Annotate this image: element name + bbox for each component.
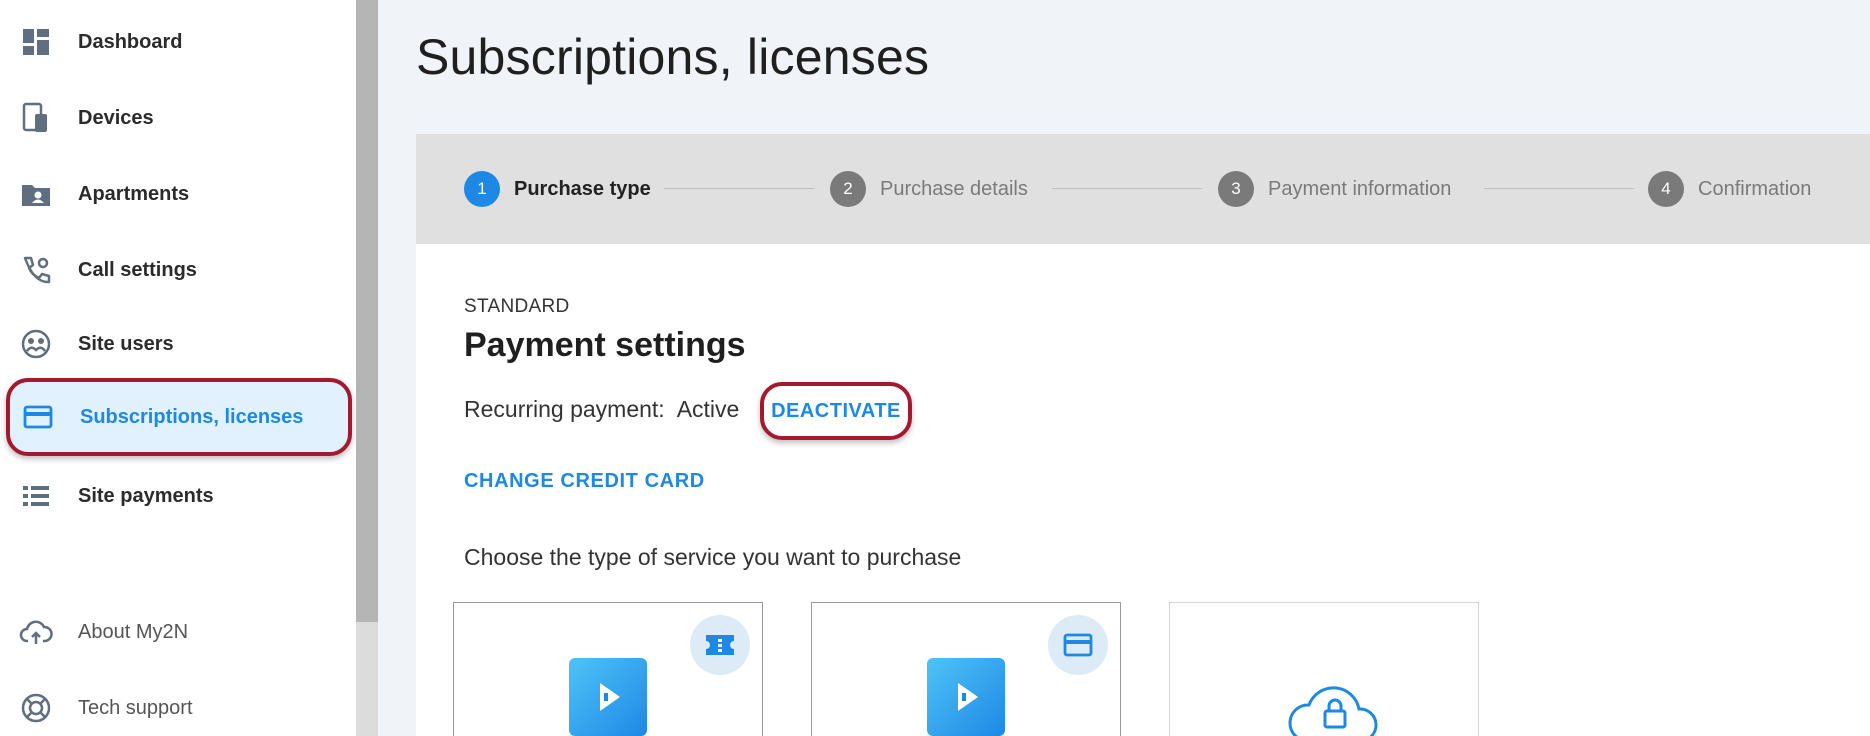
sidebar-item-call-settings[interactable]: Call settings	[0, 232, 356, 308]
step-number: 4	[1648, 171, 1684, 207]
scrollbar-thumb[interactable]	[356, 0, 378, 622]
credit-card-icon	[20, 399, 56, 435]
section-title: Payment settings	[464, 326, 746, 364]
deactivate-button[interactable]: DEACTIVATE	[760, 382, 912, 440]
step-number: 2	[830, 171, 866, 207]
step-label: Purchase type	[514, 177, 651, 200]
list-icon	[18, 478, 54, 514]
step-label: Confirmation	[1698, 177, 1812, 200]
sidebar-item-label: Devices	[78, 106, 154, 129]
step-purchase-type[interactable]: 1 Purchase type	[464, 171, 651, 207]
step-label: Payment information	[1268, 177, 1452, 200]
step-purchase-details[interactable]: 2 Purchase details	[830, 171, 1028, 207]
recurring-label: Recurring payment:	[464, 396, 665, 422]
site-users-icon	[18, 326, 54, 362]
sidebar-item-devices[interactable]: Devices	[0, 80, 356, 156]
sidebar-item-tech-support[interactable]: Tech support	[0, 670, 356, 736]
step-confirmation[interactable]: 4 Confirmation	[1648, 171, 1811, 207]
cloud-lock-icon	[1285, 675, 1385, 736]
sidebar-item-apartments[interactable]: Apartments	[0, 156, 356, 232]
service-card-voucher[interactable]	[453, 602, 763, 736]
devices-icon	[18, 100, 54, 136]
cloud-upload-icon	[18, 614, 54, 650]
my2n-logo-icon	[569, 658, 647, 736]
recurring-payment: Recurring payment: Active	[464, 396, 739, 423]
step-payment-information[interactable]: 3 Payment information	[1218, 171, 1451, 207]
step-connector	[1484, 188, 1634, 189]
recurring-status: Active	[676, 396, 740, 422]
sidebar-item-site-users[interactable]: Site users	[0, 306, 356, 382]
sidebar-item-label: Tech support	[78, 696, 193, 719]
sidebar-item-label: Site payments	[78, 484, 214, 507]
payment-card: STANDARD Payment settings Recurring paym…	[416, 244, 1870, 736]
sidebar-item-about-my2n[interactable]: About My2N	[0, 594, 356, 670]
my2n-logo-icon	[927, 658, 1005, 736]
sidebar-item-label: Dashboard	[78, 30, 183, 53]
apartments-icon	[18, 176, 54, 212]
step-number: 1	[464, 171, 500, 207]
sidebar-item-label: Call settings	[78, 258, 197, 281]
sidebar: Dashboard Devices Apartments Call settin…	[0, 0, 356, 736]
change-credit-card-button[interactable]: CHANGE CREDIT CARD	[464, 470, 705, 493]
service-card-cloud[interactable]	[1169, 602, 1479, 736]
step-label: Purchase details	[880, 177, 1028, 200]
page-title: Subscriptions, licenses	[416, 29, 930, 85]
sidebar-item-label: About My2N	[78, 620, 189, 643]
sidebar-item-label: Subscriptions, licenses	[80, 405, 304, 428]
sidebar-scrollbar[interactable]	[356, 0, 378, 736]
service-card-credit-card[interactable]	[811, 602, 1121, 736]
plan-tag: STANDARD	[464, 296, 570, 317]
dashboard-icon	[18, 24, 54, 60]
sidebar-item-dashboard[interactable]: Dashboard	[0, 4, 356, 80]
choose-service-text: Choose the type of service you want to p…	[464, 544, 962, 570]
call-settings-icon	[18, 252, 54, 288]
step-connector	[664, 188, 814, 189]
sidebar-item-label: Apartments	[78, 182, 190, 205]
credit-card-icon	[1048, 615, 1108, 675]
purchase-stepper: 1 Purchase type 2 Purchase details 3 Pay…	[416, 134, 1870, 244]
sidebar-item-site-payments[interactable]: Site payments	[0, 458, 356, 534]
step-number: 3	[1218, 171, 1254, 207]
step-connector	[1052, 188, 1202, 189]
sidebar-item-label: Site users	[78, 332, 174, 355]
sidebar-item-subscriptions-licenses[interactable]: Subscriptions, licenses	[6, 378, 352, 456]
ticket-icon	[690, 615, 750, 675]
lifebuoy-icon	[18, 690, 54, 726]
